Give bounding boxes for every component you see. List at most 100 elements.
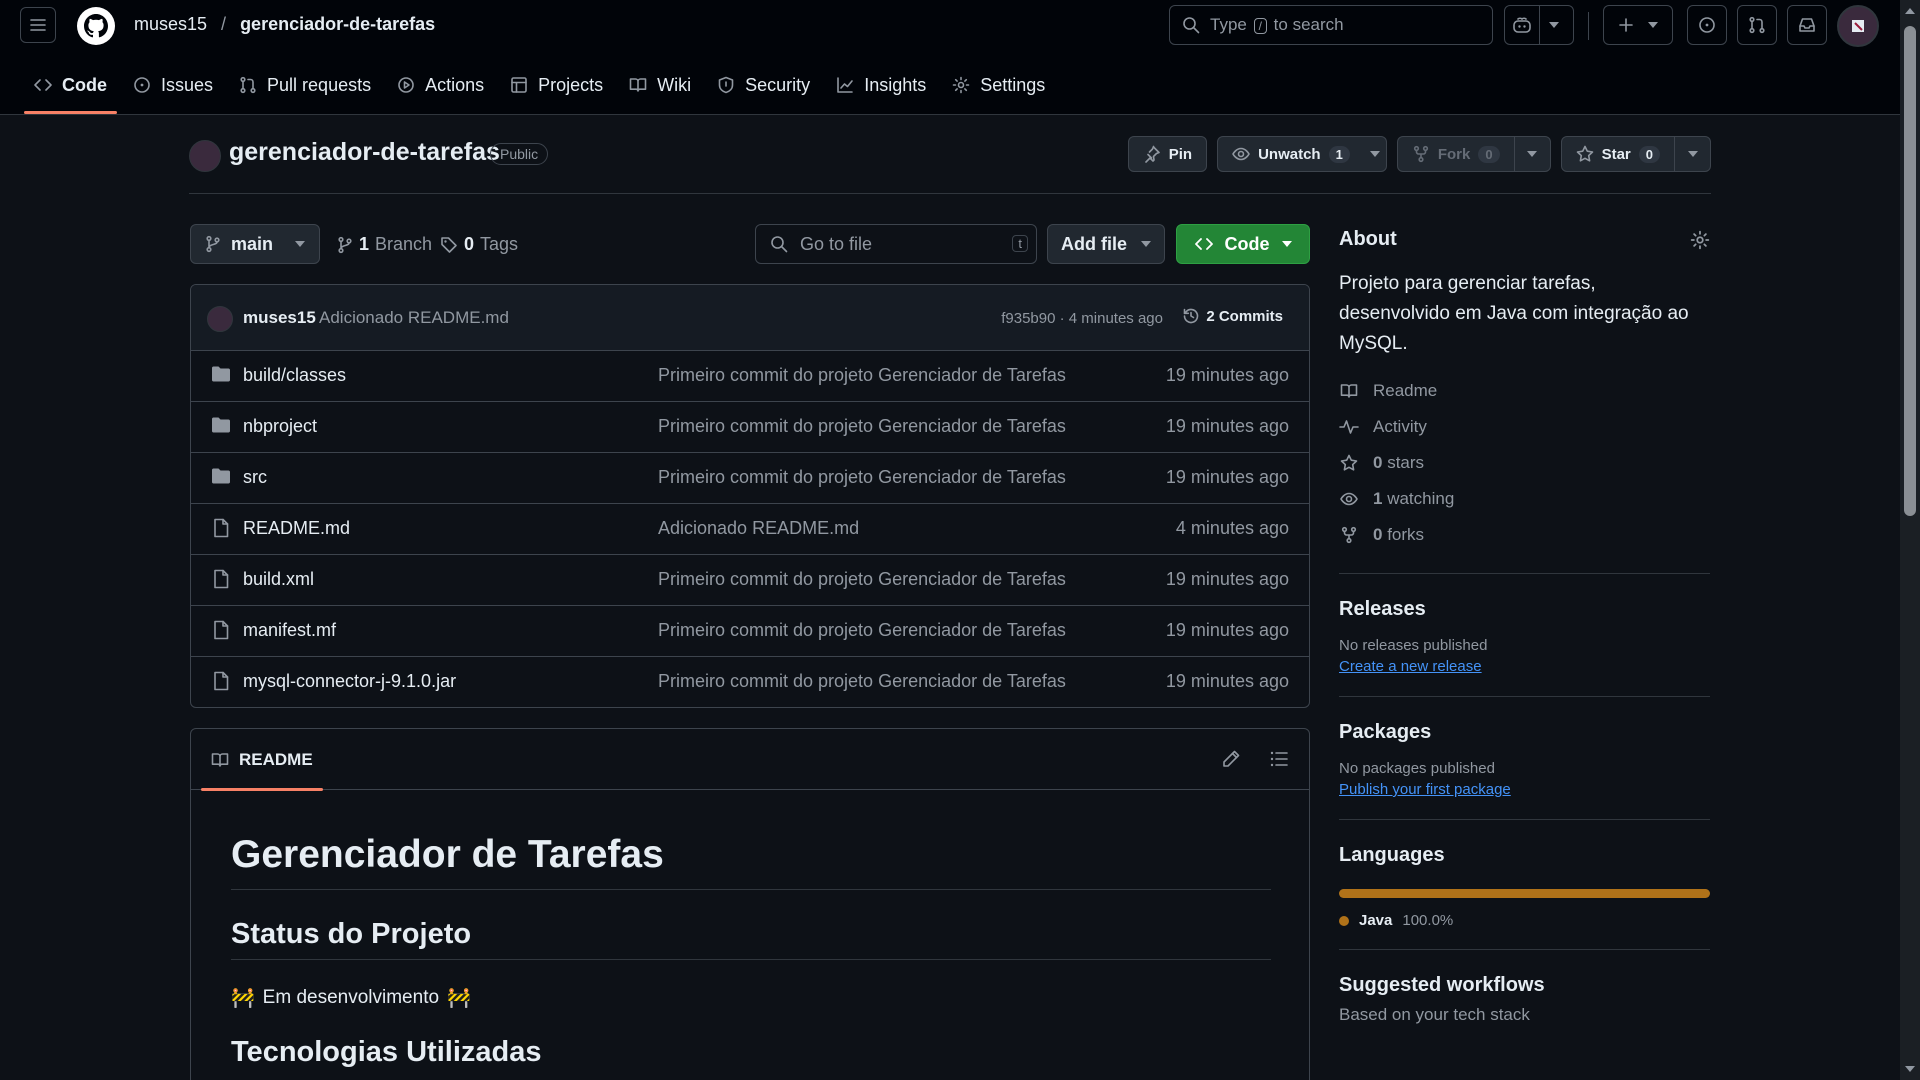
pin-label: Pin — [1168, 145, 1193, 163]
file-row[interactable]: mysql-connector-j-9.1.0.jar Primeiro com… — [191, 657, 1309, 707]
file-name[interactable]: build/classes — [243, 365, 346, 386]
create-release-link[interactable]: Create a new release — [1339, 658, 1482, 675]
workflows-subtitle: Based on your tech stack — [1339, 1005, 1530, 1024]
releases-title[interactable]: Releases — [1339, 598, 1710, 621]
readme-status-line: 🚧 Em desenvolvimento 🚧 — [231, 986, 1271, 1010]
file-name[interactable]: manifest.mf — [243, 620, 336, 641]
pull-requests-button[interactable] — [1737, 5, 1777, 45]
pin-button[interactable]: Pin — [1127, 136, 1208, 172]
breadcrumb-repo[interactable]: gerenciador-de-tarefas — [240, 14, 435, 35]
file-row[interactable]: README.md Adicionado README.md 4 minutes… — [191, 504, 1309, 555]
file-name[interactable]: src — [243, 467, 267, 488]
file-row[interactable]: src Primeiro commit do projeto Gerenciad… — [191, 453, 1309, 504]
fork-dropdown[interactable] — [1513, 137, 1550, 171]
pencil-icon[interactable] — [1221, 749, 1241, 769]
user-avatar[interactable] — [1837, 5, 1879, 47]
star-dropdown[interactable] — [1674, 137, 1710, 171]
chevron-down-icon — [1369, 151, 1380, 157]
stars-link[interactable]: 0 stars — [1339, 445, 1710, 481]
tab-insights[interactable]: Insights — [826, 64, 936, 106]
gear-icon[interactable] — [1690, 230, 1710, 250]
file-commit-message[interactable]: Primeiro commit do projeto Gerenciador d… — [658, 620, 1066, 641]
file-name[interactable]: nbproject — [243, 416, 317, 437]
github-logo-icon[interactable] — [76, 6, 116, 46]
watching-count: 1 — [1373, 489, 1383, 508]
file-commit-message[interactable]: Primeiro commit do projeto Gerenciador d… — [658, 467, 1066, 488]
tab-wiki[interactable]: Wiki — [619, 64, 701, 106]
unwatch-button[interactable]: Unwatch 1 — [1217, 136, 1387, 172]
file-commit-message[interactable]: Primeiro commit do projeto Gerenciador d… — [658, 569, 1066, 590]
branches-link[interactable]: 1 Branch — [337, 234, 432, 255]
issue-icon — [1699, 17, 1715, 33]
shield-icon — [718, 76, 734, 94]
file-time: 19 minutes ago — [1165, 620, 1289, 640]
outline-list-icon[interactable] — [1269, 749, 1289, 769]
repo-sidebar: About Projeto para gerenciar tarefas, de… — [1339, 228, 1710, 1025]
folder-icon — [212, 468, 230, 484]
breadcrumb-owner[interactable]: muses15 — [134, 14, 207, 35]
watching-link[interactable]: 1 watching — [1339, 481, 1710, 517]
go-to-file-input[interactable]: Go to file t — [755, 224, 1037, 264]
activity-link[interactable]: Activity — [1339, 409, 1710, 445]
file-name[interactable]: build.xml — [243, 569, 314, 590]
commit-author-avatar[interactable] — [207, 306, 233, 332]
file-row[interactable]: manifest.mf Primeiro commit do projeto G… — [191, 606, 1309, 657]
tab-issues[interactable]: Issues — [123, 64, 223, 106]
file-name[interactable]: README.md — [243, 518, 350, 539]
file-name[interactable]: mysql-connector-j-9.1.0.jar — [243, 671, 456, 692]
file-commit-message[interactable]: Primeiro commit do projeto Gerenciador d… — [658, 671, 1066, 692]
file-commit-message[interactable]: Primeiro commit do projeto Gerenciador d… — [658, 365, 1066, 386]
page-scrollbar[interactable] — [1900, 0, 1920, 1080]
scroll-thumb[interactable] — [1904, 26, 1916, 516]
tab-actions[interactable]: Actions — [387, 64, 494, 106]
watch-dropdown[interactable] — [1364, 137, 1386, 171]
code-button-label: Code — [1224, 233, 1270, 254]
readme-link[interactable]: Readme — [1339, 373, 1710, 409]
copilot-icon — [1513, 17, 1531, 33]
branch-count: 1 — [359, 234, 370, 254]
file-row[interactable]: nbproject Primeiro commit do projeto Ger… — [191, 402, 1309, 453]
tag-icon — [441, 236, 457, 253]
activity-link-label: Activity — [1373, 417, 1427, 436]
forks-link[interactable]: 0 forks — [1339, 517, 1710, 553]
repo-title[interactable]: gerenciador-de-tarefas — [229, 138, 500, 167]
issues-button[interactable] — [1687, 5, 1727, 45]
tab-projects[interactable]: Projects — [500, 64, 613, 106]
inbox-button[interactable] — [1787, 5, 1827, 45]
folder-icon — [212, 366, 230, 382]
tab-code[interactable]: Code — [24, 64, 117, 114]
readme-tab[interactable]: README — [201, 729, 323, 791]
file-row[interactable]: build.xml Primeiro commit do projeto Ger… — [191, 555, 1309, 606]
tags-link[interactable]: 0 Tags — [440, 234, 518, 255]
repo-owner-avatar[interactable] — [189, 140, 221, 172]
add-file-button[interactable]: Add file — [1047, 224, 1165, 264]
create-new-button[interactable] — [1603, 5, 1673, 45]
packages-title[interactable]: Packages — [1339, 721, 1710, 744]
branch-selector[interactable]: main — [190, 224, 320, 264]
search-icon — [1183, 17, 1200, 34]
file-row[interactable]: build/classes Primeiro commit do projeto… — [191, 351, 1309, 402]
star-button[interactable]: Star 0 — [1560, 136, 1711, 172]
commit-message[interactable]: Adicionado README.md — [319, 308, 509, 328]
copilot-button[interactable] — [1504, 5, 1574, 45]
commits-link[interactable]: 2 Commits — [1182, 307, 1283, 325]
file-commit-message[interactable]: Primeiro commit do projeto Gerenciador d… — [658, 416, 1066, 437]
commit-author[interactable]: muses15 — [243, 308, 316, 328]
menu-button[interactable] — [20, 7, 56, 43]
languages-title: Languages — [1339, 844, 1445, 866]
tab-pull-requests[interactable]: Pull requests — [229, 64, 381, 106]
packages-empty: No packages published — [1339, 760, 1495, 777]
fork-button[interactable]: Fork 0 — [1396, 136, 1551, 172]
scroll-down-arrow[interactable] — [1905, 1066, 1915, 1072]
tab-settings[interactable]: Settings — [942, 64, 1055, 106]
file-commit-message[interactable]: Adicionado README.md — [658, 518, 859, 539]
scroll-up-arrow[interactable] — [1905, 8, 1915, 14]
tab-label: Pull requests — [267, 74, 372, 95]
publish-package-link[interactable]: Publish your first package — [1339, 781, 1511, 798]
tab-security[interactable]: Security — [707, 64, 820, 106]
code-button[interactable]: Code — [1176, 224, 1310, 264]
commit-meta[interactable]: f935b90 · 4 minutes ago — [1001, 310, 1163, 327]
global-search-input[interactable]: Type / to search — [1169, 5, 1493, 45]
language-item[interactable]: Java 100.0% — [1339, 912, 1710, 929]
avatar-image-icon — [1852, 20, 1864, 32]
